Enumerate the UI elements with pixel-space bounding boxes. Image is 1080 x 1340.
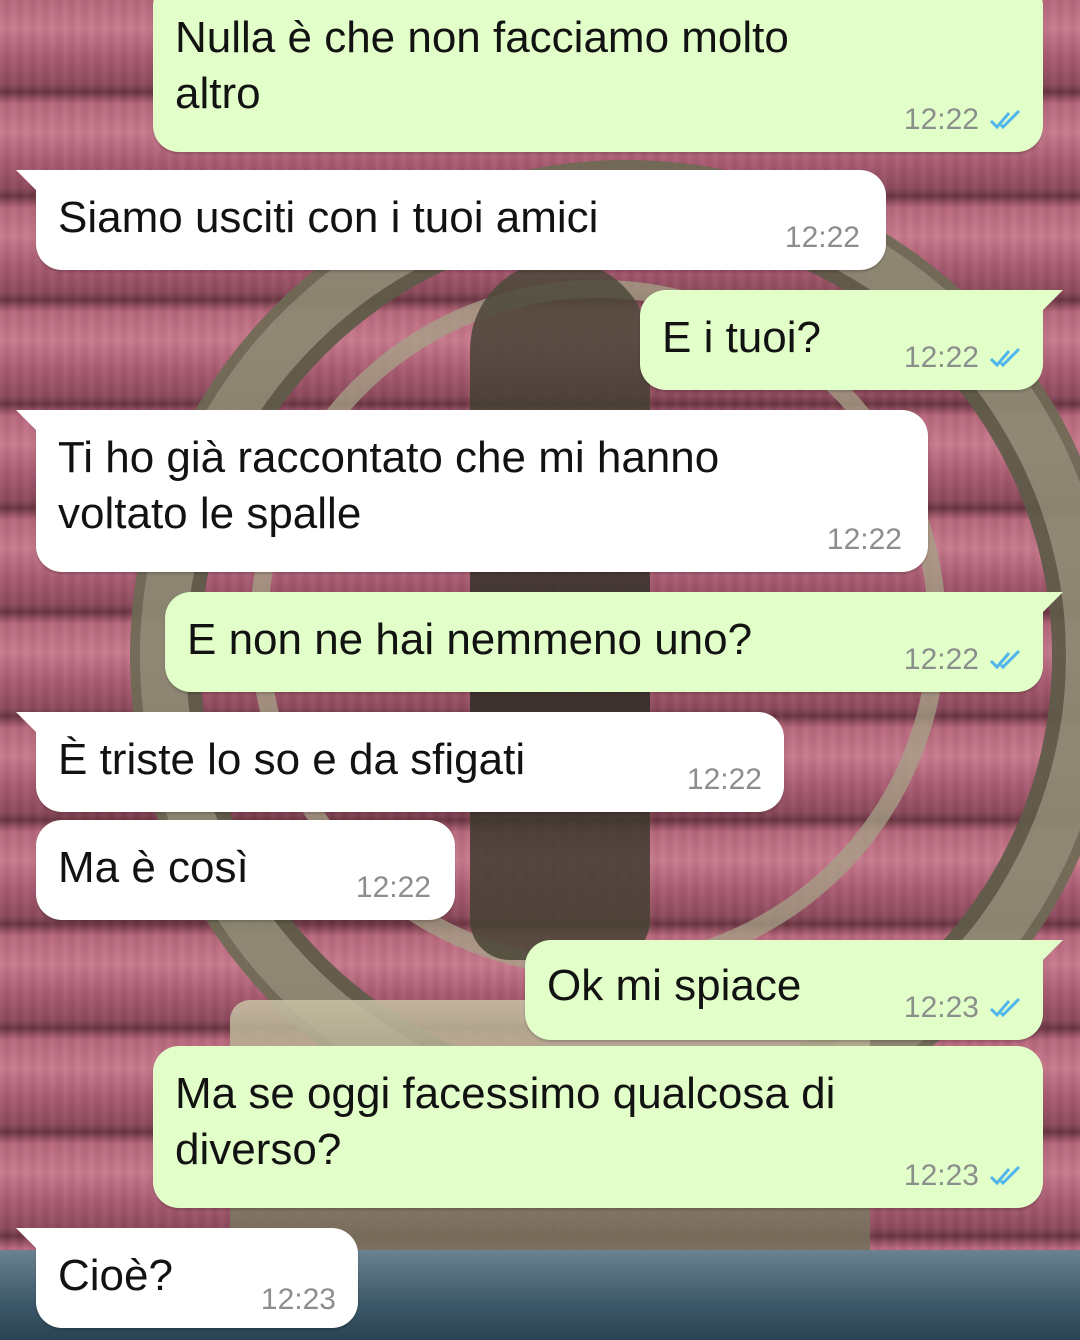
incoming-message[interactable]: È triste lo so e da sfigati 12:22 (16, 712, 784, 812)
message-time: 12:22 (784, 221, 860, 254)
incoming-message[interactable]: Siamo usciti con i tuoi amici 12:22 (16, 170, 886, 270)
message-text: È triste lo so e da sfigati (58, 735, 526, 784)
message-meta: 12:22 (356, 872, 431, 904)
message-text: Ok mi spiace (547, 961, 802, 1010)
double-check-read-icon (989, 347, 1025, 369)
message-meta: 12:22 (785, 222, 860, 254)
message-meta: 12:23 (904, 992, 1025, 1024)
message-meta: 12:23 (904, 1160, 1025, 1192)
incoming-message[interactable]: Ma è così 12:22 (36, 820, 455, 920)
outgoing-message[interactable]: E non ne hai nemmeno uno? 12:22 (165, 592, 1063, 692)
message-text: Nulla è che non facciamo molto altro (175, 13, 789, 118)
message-list[interactable]: Nulla è che non facciamo molto altro 12:… (0, 0, 1080, 1340)
message-text: Ti ho già raccontato che mi hanno voltat… (58, 433, 720, 538)
message-time: 12:22 (355, 871, 431, 904)
incoming-message[interactable]: Cioè? 12:23 (16, 1228, 358, 1328)
message-meta: 12:23 (261, 1284, 336, 1316)
message-text: E i tuoi? (662, 313, 821, 362)
message-meta: 12:22 (904, 342, 1025, 374)
message-text: Ma se oggi facessimo qualcosa di diverso… (175, 1069, 836, 1174)
message-time: 12:22 (903, 103, 979, 136)
double-check-read-icon (989, 649, 1025, 671)
message-text: E non ne hai nemmeno uno? (187, 615, 753, 664)
message-meta: 12:22 (904, 104, 1025, 136)
message-time: 12:22 (903, 341, 979, 374)
outgoing-message[interactable]: Ma se oggi facessimo qualcosa di diverso… (153, 1046, 1043, 1208)
message-meta: 12:22 (687, 764, 762, 796)
double-check-read-icon (989, 109, 1025, 131)
message-text: Ma è così (58, 843, 249, 892)
message-meta: 12:22 (827, 524, 902, 556)
message-time: 12:22 (686, 763, 762, 796)
message-time: 12:23 (903, 1159, 979, 1192)
message-text: Siamo usciti con i tuoi amici (58, 193, 599, 242)
outgoing-message[interactable]: Nulla è che non facciamo molto altro 12:… (153, 0, 1043, 152)
double-check-read-icon (989, 997, 1025, 1019)
message-time: 12:22 (903, 643, 979, 676)
message-meta: 12:22 (904, 644, 1025, 676)
incoming-message[interactable]: Ti ho già raccontato che mi hanno voltat… (16, 410, 928, 572)
outgoing-message[interactable]: Ok mi spiace 12:23 (525, 940, 1063, 1040)
message-text: Cioè? (58, 1251, 173, 1300)
message-time: 12:23 (260, 1283, 336, 1316)
message-time: 12:23 (903, 991, 979, 1024)
double-check-read-icon (989, 1165, 1025, 1187)
outgoing-message[interactable]: E i tuoi? 12:22 (640, 290, 1063, 390)
message-time: 12:22 (826, 523, 902, 556)
